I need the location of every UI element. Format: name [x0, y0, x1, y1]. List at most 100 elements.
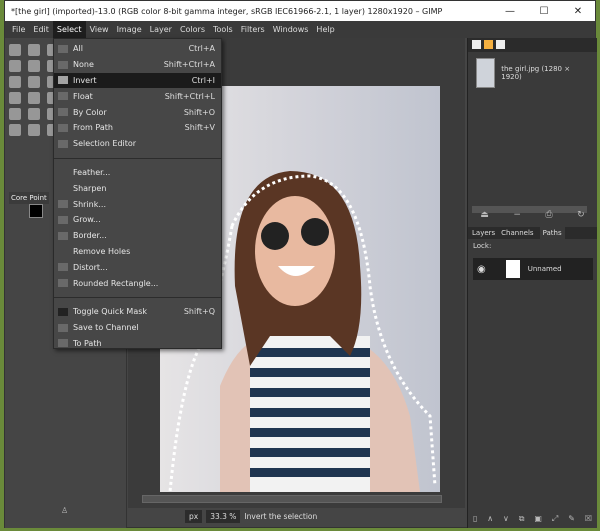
images-tab-icon[interactable]	[472, 40, 481, 49]
menu-item-toggle-quick-mask[interactable]: Toggle Quick Mask Shift+Q	[54, 304, 221, 320]
shortcut: Shift+V	[184, 123, 215, 133]
menu-item-all[interactable]: All Ctrl+A	[54, 41, 221, 57]
menu-item-remove-holes[interactable]: Remove Holes	[54, 244, 221, 260]
transform-tool-icon[interactable]	[28, 76, 40, 88]
right-dock: the girl.jpg (1280 × 1920) ⏏ − ⎙ ↻ Layers C…	[467, 38, 597, 528]
float-icon	[58, 92, 68, 101]
label: Save to Channel	[73, 323, 139, 333]
tab-channels[interactable]: Channels	[501, 227, 533, 239]
refresh-icon[interactable]: ↻	[577, 210, 585, 220]
menu-item-feather[interactable]: Feather...	[54, 165, 221, 181]
zoom-tool-icon[interactable]	[28, 124, 40, 136]
dodge-tool-icon[interactable]	[9, 124, 21, 136]
colors-tab-icon[interactable]	[484, 40, 493, 49]
horizontal-scrollbar[interactable]	[142, 495, 442, 503]
label: Rounded Rectangle...	[73, 278, 159, 288]
menu-view[interactable]: View	[86, 21, 113, 38]
selection-to-path-icon[interactable]: ⤢	[552, 514, 558, 524]
script-icon	[58, 279, 68, 288]
raise-icon[interactable]: ∧	[487, 514, 493, 524]
label: Float	[73, 91, 93, 101]
clone-tool-icon[interactable]	[9, 108, 21, 120]
visibility-eye-icon[interactable]: ◉	[477, 264, 486, 275]
quick-mask-icon	[58, 307, 68, 316]
images-panel-actions: ⏏ − ⎙ ↻	[468, 210, 597, 220]
open-image-icon[interactable]: ⏏	[480, 210, 489, 220]
duplicate-icon[interactable]: ⧉	[519, 514, 525, 524]
title-bar: *[the girl] (imported)-13.0 (RGB color 8…	[5, 1, 595, 21]
menu-edit[interactable]: Edit	[29, 21, 53, 38]
bucket-fill-tool-icon[interactable]	[28, 92, 40, 104]
warp-tool-icon[interactable]	[9, 92, 21, 104]
menu-item-save-to-channel[interactable]: Save to Channel	[54, 320, 221, 336]
foreground-select-tool-icon[interactable]	[9, 60, 21, 72]
new-path-icon[interactable]: ▯	[473, 514, 477, 524]
menu-item-grow[interactable]: Grow...	[54, 212, 221, 228]
minimize-button[interactable]: —	[493, 6, 527, 17]
remove-icon[interactable]: −	[513, 210, 521, 220]
path-to-selection-icon[interactable]: ▣	[534, 514, 542, 524]
label: Border...	[73, 231, 107, 241]
foreground-color-swatch[interactable]	[29, 204, 43, 218]
rect-select-tool-icon[interactable]	[9, 44, 21, 56]
move-tool-icon[interactable]	[9, 76, 21, 88]
menu-item-border[interactable]: Border...	[54, 228, 221, 244]
select-all-icon	[58, 44, 68, 53]
close-button[interactable]: ✕	[561, 6, 595, 17]
menu-item-selection-editor[interactable]: Selection Editor	[54, 136, 221, 152]
smudge-tool-icon[interactable]	[28, 108, 40, 120]
tab-layers[interactable]: Layers	[472, 227, 495, 239]
menu-filters[interactable]: Filters	[237, 21, 269, 38]
menu-item-shrink[interactable]: Shrink...	[54, 196, 221, 212]
label: Distort...	[73, 262, 108, 272]
menu-item-none[interactable]: None Shift+Ctrl+A	[54, 57, 221, 73]
menu-select[interactable]: Select	[52, 21, 86, 38]
menu-help[interactable]: Help	[312, 21, 338, 38]
fonts-tab-icon[interactable]	[496, 40, 505, 49]
shortcut: Shift+Q	[183, 307, 215, 317]
label: Feather...	[73, 167, 111, 177]
zoom-selector[interactable]: 33.3 %	[206, 509, 241, 523]
menu-file[interactable]: File	[8, 21, 29, 38]
path-thumbnail	[505, 260, 520, 278]
select-none-icon	[58, 60, 68, 69]
label: Selection Editor	[73, 139, 137, 149]
shortcut: Ctrl+A	[188, 44, 215, 54]
unit-selector[interactable]: px	[185, 509, 203, 523]
menu-item-invert[interactable]: Invert Ctrl+I	[54, 72, 221, 89]
lock-label: Lock:	[473, 242, 492, 250]
menu-item-from-path[interactable]: From Path Shift+V	[54, 120, 221, 136]
stroke-path-icon[interactable]: ✎	[568, 514, 575, 524]
menu-image[interactable]: Image	[113, 21, 146, 38]
grow-icon	[58, 215, 68, 224]
ellipse-select-tool-icon[interactable]	[28, 44, 40, 56]
menu-windows[interactable]: Windows	[269, 21, 313, 38]
tool-preset-icon[interactable]: ♙	[61, 506, 68, 515]
lower-icon[interactable]: ∨	[503, 514, 509, 524]
menu-layer[interactable]: Layer	[146, 21, 176, 38]
menu-colors[interactable]: Colors	[176, 21, 209, 38]
shortcut: Shift+Ctrl+A	[163, 60, 215, 70]
menu-item-distort[interactable]: Distort...	[54, 259, 221, 275]
print-icon[interactable]: ⎙	[545, 210, 552, 220]
menu-tools[interactable]: Tools	[209, 21, 237, 38]
menu-item-float[interactable]: Float Shift+Ctrl+L	[54, 88, 221, 104]
menu-item-rounded-rectangle[interactable]: Rounded Rectangle...	[54, 275, 221, 291]
shortcut: Ctrl+I	[191, 75, 215, 85]
label: From Path	[73, 123, 113, 133]
paint-tool-icon[interactable]	[28, 60, 40, 72]
paths-actions: ▯ ∧ ∨ ⧉ ▣ ⤢ ✎ ☒	[468, 514, 597, 524]
script-icon	[58, 263, 68, 272]
menu-item-sharpen[interactable]: Sharpen	[54, 180, 221, 196]
path-name: Unnamed	[527, 265, 562, 273]
path-row[interactable]: ◉ Unnamed	[473, 258, 593, 280]
delete-icon[interactable]: ☒	[585, 514, 592, 524]
channel-icon	[58, 323, 68, 332]
menu-item-by-color[interactable]: By Color Shift+O	[54, 104, 221, 120]
maximize-button[interactable]: ☐	[527, 6, 561, 17]
shortcut: Shift+O	[183, 107, 215, 117]
menu-item-to-path[interactable]: To Path	[54, 336, 221, 352]
tab-paths[interactable]: Paths	[539, 227, 565, 239]
image-list-item[interactable]: the girl.jpg (1280 × 1920)	[468, 52, 597, 94]
menu-separator	[54, 296, 221, 298]
